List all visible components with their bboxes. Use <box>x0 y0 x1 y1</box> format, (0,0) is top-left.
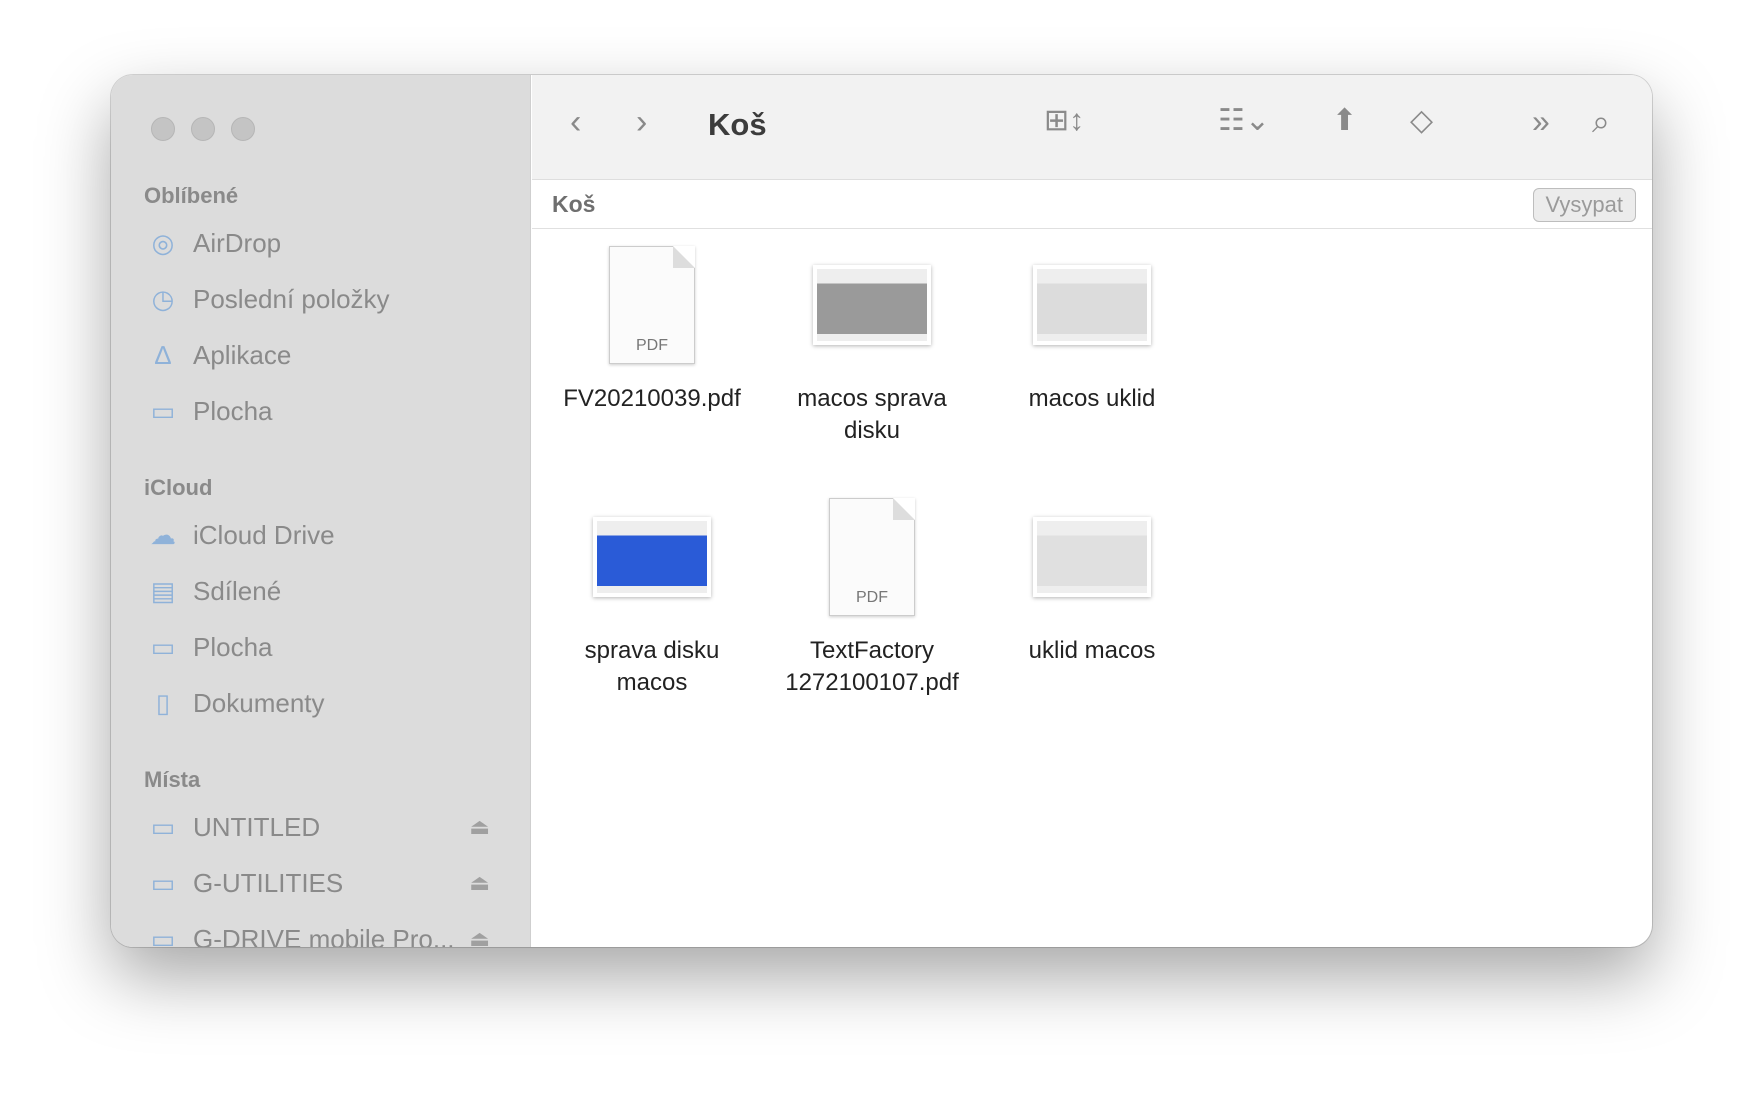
minimize-button[interactable] <box>191 117 215 141</box>
sidebar-item[interactable]: ▭ Plocha <box>147 625 500 669</box>
search-icon[interactable]: ⌕ <box>1592 103 1610 141</box>
file-item[interactable]: macos uklid <box>992 235 1192 415</box>
sidebar-item[interactable]: ▭ G-UTILITIES ⏏ <box>147 861 500 905</box>
window-title: Koš <box>708 107 767 142</box>
sidebar-item-label: Aplikace <box>193 339 292 370</box>
tag-icon[interactable]: ◇ <box>1410 103 1433 138</box>
sidebar-section-title: iCloud <box>144 475 213 500</box>
file-item[interactable]: macos sprava disku <box>772 235 972 447</box>
pdf-badge: PDF <box>856 589 888 606</box>
sidebar-item[interactable]: ◷ Poslední položky <box>147 277 500 321</box>
sidebar-item-label: G-DRIVE mobile Pro... <box>193 923 455 948</box>
sidebar-item[interactable]: ▭ G-DRIVE mobile Pro... ⏏ <box>147 917 500 948</box>
pdf-badge: PDF <box>636 337 668 354</box>
more-icon[interactable]: » <box>1532 103 1550 140</box>
main-area: ‹ › Koš ⊞↕ ☷⌄ ⬆ ◇ » ⌕ Koš Vysypat PDF FV2… <box>532 75 1652 947</box>
icon-view-button[interactable]: ⊞↕ <box>1044 103 1084 138</box>
path-bar: Koš Vysypat <box>532 180 1652 229</box>
sidebar-item[interactable]: ▤ Sdílené <box>147 569 500 613</box>
sidebar-item-label: iCloud Drive <box>193 519 335 550</box>
sidebar-item-label: Plocha <box>193 631 273 662</box>
finder-window: Oblíbené ◎ AirDrop ◷ Poslední položky ∆ Aplika… <box>111 75 1652 947</box>
forward-button[interactable]: › <box>636 103 647 142</box>
file-name: sprava disku macos <box>584 637 720 696</box>
window-controls <box>151 117 255 141</box>
eject-icon[interactable]: ⏏ <box>469 870 490 896</box>
airdrop-icon: ◎ <box>151 227 175 258</box>
image-thumbnail <box>593 517 711 597</box>
pdf-file-icon: PDF <box>609 246 695 364</box>
eject-icon[interactable]: ⏏ <box>469 814 490 840</box>
image-thumbnail <box>1033 517 1151 597</box>
clock-icon: ◷ <box>151 283 175 314</box>
image-thumbnail <box>1033 265 1151 345</box>
drive-icon: ▭ <box>150 811 176 842</box>
sidebar-item[interactable]: ◎ AirDrop <box>147 221 500 265</box>
sidebar: Oblíbené ◎ AirDrop ◷ Poslední položky ∆ Aplika… <box>111 75 531 947</box>
drive-icon: ▭ <box>150 923 176 948</box>
zoom-button[interactable] <box>231 117 255 141</box>
file-name: FV20210039.pdf <box>563 385 741 412</box>
file-name: TextFactory 1272100107.pdf <box>785 637 959 696</box>
sidebar-item-label: Sdílené <box>193 575 282 606</box>
cloud-icon: ☁ <box>150 519 176 550</box>
file-item[interactable]: sprava disku macos <box>552 487 752 699</box>
desktop-icon: ▭ <box>150 631 176 662</box>
pdf-file-icon: PDF <box>829 498 915 616</box>
document-icon: ▯ <box>155 687 171 718</box>
group-button[interactable]: ☷⌄ <box>1218 103 1270 138</box>
file-item[interactable]: PDF FV20210039.pdf <box>552 235 752 415</box>
back-button[interactable]: ‹ <box>570 103 581 142</box>
shared-folder-icon: ▤ <box>150 575 176 606</box>
image-thumbnail <box>813 265 931 345</box>
desktop-icon: ▭ <box>150 395 176 426</box>
sidebar-item[interactable]: ▭ Plocha <box>147 389 500 433</box>
file-name: uklid macos <box>1028 637 1156 664</box>
file-item[interactable]: PDF TextFactory 1272100107.pdf <box>772 487 972 699</box>
share-icon[interactable]: ⬆ <box>1332 103 1357 138</box>
sidebar-section-title: Místa <box>144 767 201 792</box>
close-button[interactable] <box>151 117 175 141</box>
sidebar-item-label: Plocha <box>193 395 273 426</box>
file-name: macos uklid <box>1028 385 1156 412</box>
file-name: macos sprava disku <box>797 385 947 444</box>
sidebar-item[interactable]: ∆ Aplikace <box>147 333 500 377</box>
sidebar-item-label: AirDrop <box>193 227 282 258</box>
file-item[interactable]: uklid macos <box>992 487 1192 667</box>
sidebar-item-label: Dokumenty <box>193 687 325 718</box>
location-label: Koš <box>552 191 596 217</box>
sidebar-item-label: G-UTILITIES <box>193 867 344 898</box>
eject-icon[interactable]: ⏏ <box>469 926 490 947</box>
sidebar-item[interactable]: ☁ iCloud Drive <box>147 513 500 557</box>
sidebar-item-label: UNTITLED <box>193 811 321 842</box>
drive-icon: ▭ <box>150 867 176 898</box>
sidebar-section-title: Oblíbené <box>144 183 239 208</box>
empty-trash-button[interactable]: Vysypat <box>1532 188 1636 222</box>
sidebar-item-label: Poslední položky <box>193 283 390 314</box>
sidebar-item[interactable]: ▭ UNTITLED ⏏ <box>147 805 500 849</box>
toolbar: ‹ › Koš ⊞↕ ☷⌄ ⬆ ◇ » ⌕ <box>532 75 1652 180</box>
sidebar-item[interactable]: ▯ Dokumenty <box>147 681 500 725</box>
apps-icon: ∆ <box>155 339 171 370</box>
